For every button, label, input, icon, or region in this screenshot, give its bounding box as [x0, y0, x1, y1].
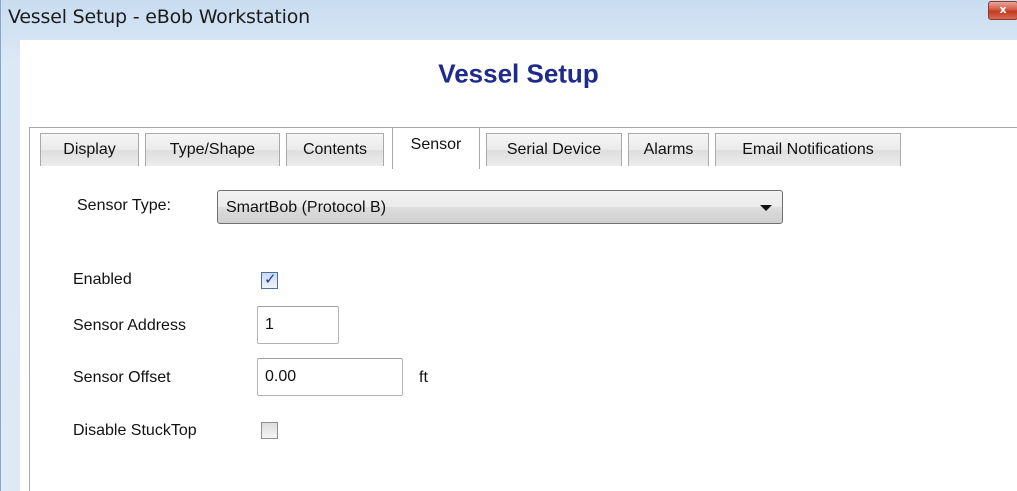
sensor-type-value: SmartBob (Protocol B): [226, 199, 387, 216]
sensor-type-dropdown[interactable]: SmartBob (Protocol B): [217, 190, 783, 224]
close-icon: x: [999, 3, 1007, 16]
tab-alarms[interactable]: Alarms: [628, 133, 709, 166]
sensor-offset-field[interactable]: 0.00: [257, 358, 403, 396]
checkmark-icon: ✓: [264, 270, 277, 288]
sensor-address-value: 1: [265, 316, 274, 333]
tab-type-shape[interactable]: Type/Shape: [145, 133, 280, 166]
close-button[interactable]: x: [988, 1, 1017, 20]
disable-stucktop-checkbox[interactable]: [261, 422, 278, 439]
chevron-down-icon: [760, 205, 772, 211]
tab-sensor[interactable]: Sensor: [392, 127, 480, 169]
sensor-offset-unit: ft: [419, 369, 428, 386]
sensor-offset-value: 0.00: [265, 368, 297, 385]
disable-stucktop-label: Disable StuckTop: [73, 422, 197, 439]
sensor-type-label: Sensor Type:: [77, 197, 171, 214]
tab-email-notifications[interactable]: Email Notifications: [715, 133, 901, 166]
tab-display[interactable]: Display: [40, 133, 139, 166]
window-title: Vessel Setup - eBob Workstation: [8, 6, 311, 28]
sensor-offset-label: Sensor Offset: [73, 369, 171, 386]
title-bar[interactable]: Vessel Setup - eBob Workstation x: [1, 0, 1017, 40]
sensor-address-field[interactable]: 1: [257, 306, 339, 344]
tab-contents[interactable]: Contents: [286, 133, 384, 166]
enabled-label: Enabled: [73, 271, 132, 288]
enabled-checkbox[interactable]: ✓: [261, 270, 278, 289]
page-title: Vessel Setup: [438, 58, 599, 89]
sensor-address-label: Sensor Address: [73, 317, 186, 334]
tab-serial-device[interactable]: Serial Device: [486, 133, 622, 166]
